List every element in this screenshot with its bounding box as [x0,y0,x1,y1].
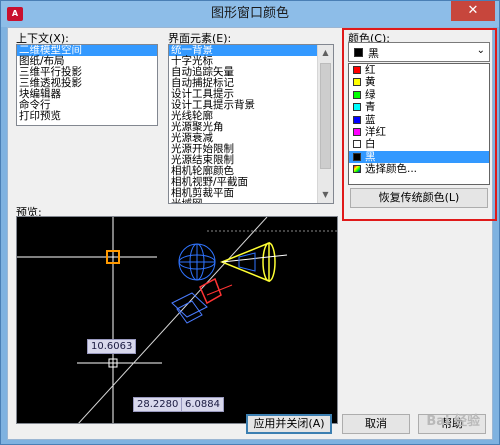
scroll-down-icon[interactable]: ▼ [318,187,333,203]
camera-icon [171,277,233,324]
watermark: Bai 经验 [426,414,480,429]
preview-graphics [17,217,337,423]
title-bar[interactable]: A 图形窗口颜色 ✕ [1,1,499,27]
scroll-thumb[interactable] [320,63,331,169]
tracking-vector [78,217,268,423]
cancel-button[interactable]: 取消 [342,414,410,434]
coordinate-readout-2: 28.2280 [133,397,183,412]
interface-elements-listbox[interactable]: 统一背景 十字光标 自动追踪矢量 自动捕捉标记 设计工具提示 设计工具提示背景 光线轮廓 光源… [168,44,334,204]
close-button[interactable]: ✕ [451,1,495,21]
interface-element-item[interactable]: 光域网 [169,199,317,204]
context-listbox[interactable]: 二维模型空间 图纸/布局 三维平行投影 三维透视投影 块编辑器 命令行 打印预览 [16,44,158,126]
dialog-body: 上下文(X): 二维模型空间 图纸/布局 三维平行投影 三维透视投影 块编辑器 命令行 打印… [7,27,497,440]
light-globe-icon [178,243,216,281]
context-list-item[interactable]: 打印预览 [17,111,157,122]
highlight-frame [342,28,497,221]
spotlight-icon [219,241,288,283]
coordinate-readout-1: 10.6063 [87,339,137,354]
apply-and-close-button[interactable]: 应用并关闭(A) [246,414,332,434]
scroll-up-icon[interactable]: ▲ [318,45,333,61]
interface-elements-scrollbar[interactable]: ▲ ▼ [317,45,333,203]
coordinate-readout-3: 6.0884 [181,397,224,412]
preview-canvas: 10.6063 28.2280 6.0884 [16,216,338,424]
dialog-window: A 图形窗口颜色 ✕ 上下文(X): 二维模型空间 图纸/布局 三维平行投影 三维透视… [0,0,500,445]
window-title: 图形窗口颜色 [210,6,289,21]
